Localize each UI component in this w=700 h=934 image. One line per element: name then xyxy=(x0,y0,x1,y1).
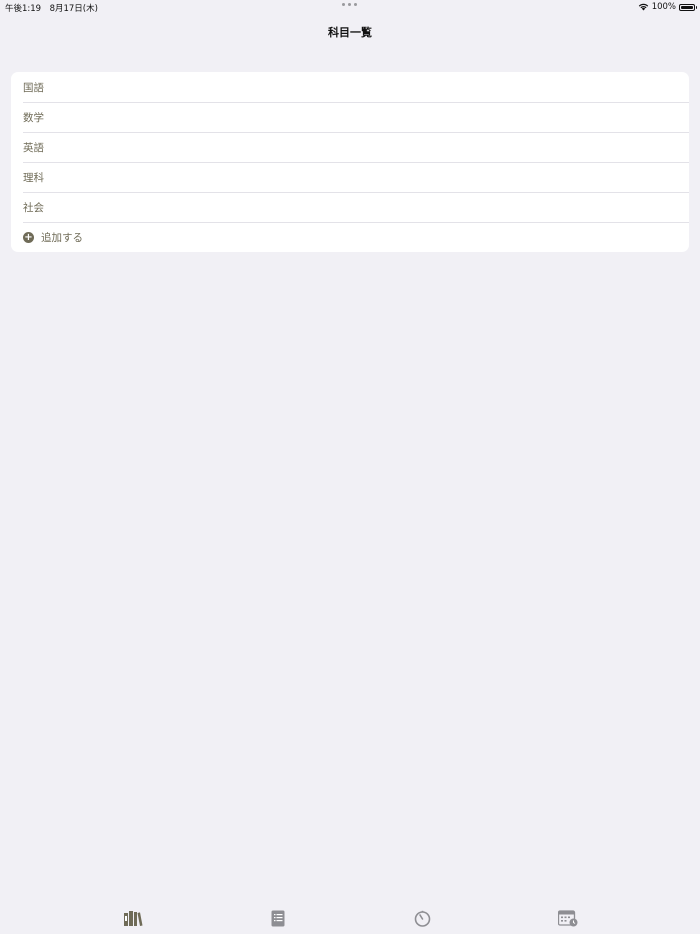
books-icon xyxy=(123,911,142,926)
multitasking-dots[interactable] xyxy=(342,3,357,6)
page-title: 科目一覧 xyxy=(328,26,372,39)
subject-label: 理科 xyxy=(23,171,44,184)
list-item[interactable]: 社会 xyxy=(11,192,689,222)
subject-label: 国語 xyxy=(23,81,44,94)
status-time: 午後1:19 8月17日(木) xyxy=(5,4,98,14)
subject-label: 英語 xyxy=(23,141,44,154)
subject-label: 数学 xyxy=(23,111,44,124)
notebook-icon xyxy=(271,910,284,926)
calendar-icon xyxy=(557,909,577,926)
list-item[interactable]: 英語 xyxy=(11,132,689,162)
add-subject-button[interactable]: + 追加する xyxy=(11,222,689,252)
tab-subjects[interactable] xyxy=(121,908,145,928)
subject-list: 国語 数学 英語 理科 社会 + 追加する xyxy=(11,72,689,252)
tab-notes[interactable] xyxy=(266,908,290,928)
list-item[interactable]: 数学 xyxy=(11,102,689,132)
timer-icon xyxy=(414,910,431,927)
add-label: 追加する xyxy=(41,231,83,244)
status-right: 100% xyxy=(638,2,697,12)
list-item[interactable]: 国語 xyxy=(11,72,689,102)
status-bar: 午後1:19 8月17日(木) 100% xyxy=(0,0,700,14)
tab-timer[interactable] xyxy=(411,908,435,928)
tab-calendar[interactable] xyxy=(556,908,580,928)
list-item[interactable]: 理科 xyxy=(11,162,689,192)
wifi-icon xyxy=(638,3,648,11)
battery-percent: 100% xyxy=(651,2,676,12)
battery-icon xyxy=(679,3,697,11)
plus-circle-icon: + xyxy=(23,231,34,243)
subject-label: 社会 xyxy=(23,201,44,214)
tab-bar xyxy=(0,900,700,934)
